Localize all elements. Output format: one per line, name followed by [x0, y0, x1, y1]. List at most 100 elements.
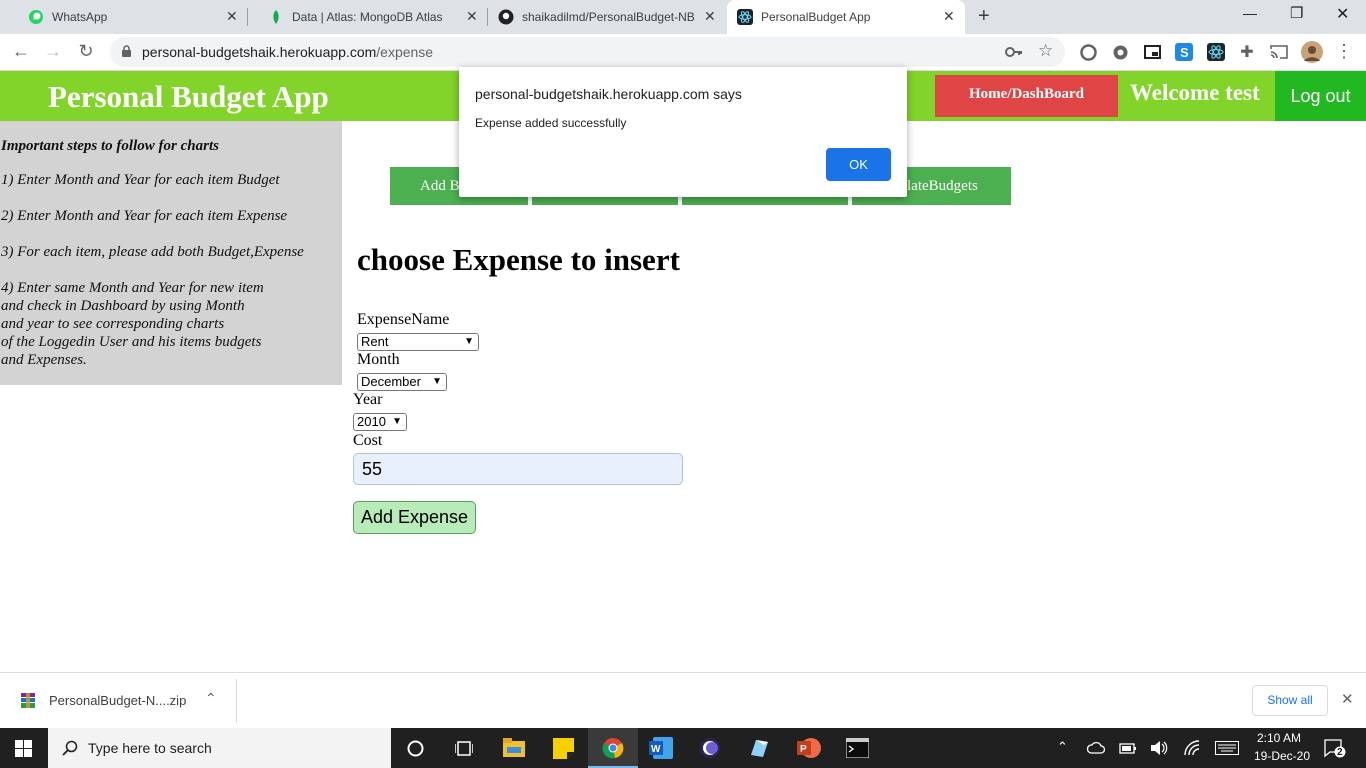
url-path: /expense: [376, 44, 434, 60]
close-tab-icon[interactable]: ✕: [704, 8, 716, 25]
url-text: personal-budgetshaik.herokuapp.com/expen…: [142, 44, 433, 60]
window-close-icon[interactable]: ✕: [1336, 4, 1349, 24]
url-host: personal-budgetshaik.herokuapp.com: [142, 44, 377, 60]
chrome-icon: [602, 738, 624, 759]
skype-s-icon[interactable]: S: [1175, 43, 1193, 61]
search-placeholder: Type here to search: [88, 740, 212, 756]
tab-title: Data | Atlas: MongoDB Atlas: [292, 10, 443, 24]
form-title: choose Expense to insert: [357, 242, 680, 277]
tab-github[interactable]: shaikadilmd/PersonalBudget-NB ✕: [488, 0, 726, 34]
mongodb-leaf-icon: [273, 10, 279, 24]
sidebar-step: 2) Enter Month and Year for each item Ex…: [1, 208, 288, 224]
extension-dot-icon[interactable]: [1112, 44, 1129, 61]
avatar[interactable]: [1301, 41, 1323, 63]
sidebar-step: 4) Enter same Month and Year for new ite…: [1, 280, 264, 296]
picture-in-picture-icon[interactable]: [1144, 44, 1161, 60]
wifi-icon[interactable]: [1184, 740, 1202, 756]
sticky-notes-icon[interactable]: [553, 738, 574, 759]
windows-start-icon[interactable]: [15, 740, 32, 757]
bookmark-star-icon[interactable]: ☆: [1038, 41, 1053, 61]
close-download-bar-icon[interactable]: ✕: [1341, 690, 1354, 708]
tab-personalbudget[interactable]: PersonalBudget App ✕: [727, 0, 965, 34]
chevron-up-icon[interactable]: ⌃: [205, 690, 217, 707]
windows-taskbar: Type here to search W P ⌃ 2:10 AM 19-Dec…: [0, 728, 1366, 768]
key-icon[interactable]: [1005, 45, 1023, 59]
react-icon: [737, 9, 753, 25]
chevron-down-icon: ▼: [464, 336, 474, 347]
cortana-icon[interactable]: [407, 740, 424, 757]
logout-button[interactable]: Log out: [1275, 71, 1366, 121]
dialog-message: Expense added successfully: [475, 116, 627, 130]
close-tab-icon[interactable]: ✕: [226, 8, 238, 25]
expense-name-select[interactable]: Rent ▼: [357, 333, 479, 351]
dialog-ok-button[interactable]: OK: [826, 148, 891, 181]
add-expense-button[interactable]: Add Expense: [353, 501, 476, 534]
github-icon: [498, 9, 514, 25]
svg-text:W: W: [651, 744, 661, 755]
year-select[interactable]: 2010 ▼: [353, 413, 407, 431]
chrome-taskbar-button[interactable]: [588, 728, 638, 768]
alert-dialog: personal-budgetshaik.herokuapp.com says …: [459, 67, 907, 197]
sidebar-step: 1) Enter Month and Year for each item Bu…: [1, 172, 280, 188]
extension-circle-icon[interactable]: [1080, 44, 1097, 61]
taskbar-search-box[interactable]: Type here to search: [48, 728, 391, 768]
cast-icon[interactable]: [1270, 45, 1288, 59]
month-select[interactable]: December ▼: [357, 373, 447, 391]
month-value: December: [361, 374, 421, 389]
word-icon[interactable]: W: [649, 737, 673, 759]
tab-mongodb-atlas[interactable]: Data | Atlas: MongoDB Atlas ✕: [248, 0, 486, 34]
app-title: Personal Budget App: [48, 79, 329, 114]
show-all-button[interactable]: Show all: [1252, 685, 1328, 716]
address-bar[interactable]: personal-budgetshaik.herokuapp.com/expen…: [110, 37, 1065, 67]
svg-text:P: P: [800, 744, 807, 755]
forward-icon[interactable]: →: [42, 41, 64, 62]
restore-icon[interactable]: ❐: [1290, 4, 1303, 22]
back-icon[interactable]: ←: [10, 41, 32, 62]
eclipse-icon[interactable]: [699, 737, 721, 759]
minimize-icon[interactable]: —: [1243, 5, 1257, 21]
search-icon: [62, 740, 78, 756]
close-tab-icon[interactable]: ✕: [943, 8, 955, 25]
tab-title: WhatsApp: [52, 10, 108, 24]
browser-tab-strip: WhatsApp ✕ Data | Atlas: MongoDB Atlas ✕…: [0, 0, 1366, 34]
tab-title: shaikadilmd/PersonalBudget-NB: [522, 10, 695, 24]
tab-whatsapp[interactable]: WhatsApp ✕: [8, 0, 246, 34]
svg-text:S: S: [1180, 45, 1189, 60]
download-file-name[interactable]: PersonalBudget-N....zip: [49, 693, 186, 708]
extensions-puzzle-icon[interactable]: ✚: [1236, 42, 1258, 62]
home-dashboard-button[interactable]: Home/DashBoard: [935, 75, 1118, 117]
cost-input[interactable]: 55: [353, 453, 683, 485]
clock-date[interactable]: 19-Dec-20: [1254, 749, 1310, 763]
chevron-down-icon: ▼: [392, 416, 402, 427]
reload-icon[interactable]: ↻: [75, 41, 97, 62]
keyboard-icon[interactable]: [1215, 741, 1239, 755]
year-value: 2010: [357, 414, 386, 429]
download-bar: PersonalBudget-N....zip ⌃ Show all ✕: [0, 672, 1366, 729]
sidebar-step: and check in Dashboard by using Month: [1, 298, 245, 314]
react-devtools-icon[interactable]: [1207, 43, 1225, 61]
expense-name-label: ExpenseName: [357, 311, 450, 328]
zip-archive-icon: [21, 693, 35, 708]
new-tab-icon[interactable]: +: [978, 5, 990, 28]
notification-count: 2: [1337, 747, 1343, 758]
powerpoint-icon[interactable]: P: [797, 737, 821, 759]
file-explorer-icon[interactable]: [503, 738, 525, 758]
welcome-text: Welcome test: [1130, 80, 1260, 105]
command-prompt-icon[interactable]: [846, 738, 869, 758]
paint-3d-icon[interactable]: [748, 737, 770, 759]
volume-icon[interactable]: [1150, 740, 1168, 756]
battery-icon[interactable]: [1119, 741, 1137, 755]
chevron-up-icon[interactable]: ⌃: [1057, 739, 1068, 755]
kebab-menu-icon[interactable]: ⋮: [1333, 41, 1355, 62]
whatsapp-icon: [29, 10, 43, 24]
close-tab-icon[interactable]: ✕: [466, 8, 478, 25]
year-label: Year: [353, 391, 383, 408]
clock-time[interactable]: 2:10 AM: [1257, 731, 1301, 745]
sidebar-step: 3) For each item, please add both Budget…: [1, 244, 304, 260]
chevron-down-icon: ▼: [432, 376, 442, 387]
onedrive-icon[interactable]: [1087, 740, 1105, 756]
lock-icon: [122, 45, 131, 57]
sidebar-step: of the Loggedin User and his items budge…: [1, 334, 262, 350]
task-view-icon[interactable]: [455, 740, 473, 757]
sidebar-step: and Expenses.: [1, 352, 87, 368]
